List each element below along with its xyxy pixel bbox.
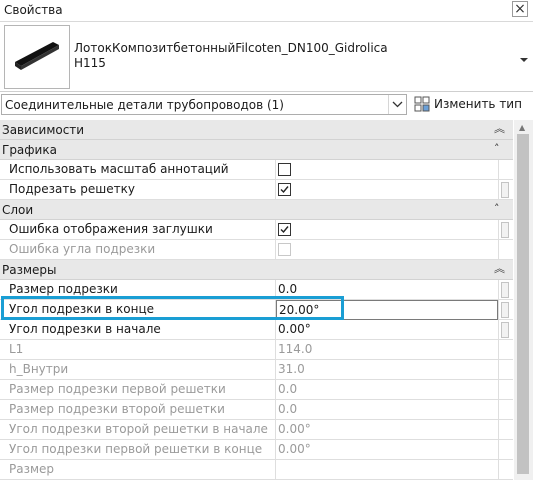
type-thumbnail bbox=[4, 25, 70, 89]
instance-filter-value: Соединительные детали трубопроводов (1) bbox=[5, 98, 284, 112]
property-row[interactable]: Использовать масштаб аннотаций bbox=[0, 160, 513, 180]
properties-title-bar: Свойства × bbox=[0, 0, 533, 22]
property-name: Угол подрезки первой решетки в конце bbox=[0, 440, 276, 459]
collapse-icon[interactable]: ˄ bbox=[494, 202, 500, 216]
property-value bbox=[278, 460, 498, 479]
scroll-up-icon[interactable]: ▲ bbox=[519, 123, 525, 132]
type-selector[interactable]: ЛотокКомпозитбетонныйFilcoten_DN100_Gidr… bbox=[0, 22, 533, 92]
annotation-scale-checkbox[interactable] bbox=[278, 163, 291, 176]
row-marker bbox=[498, 400, 513, 419]
property-name: Ошибка угла подрезки bbox=[0, 240, 276, 259]
cap-display-error-checkbox[interactable] bbox=[278, 223, 291, 236]
group-label: Графика bbox=[2, 143, 57, 157]
property-row: Угол подрезки второй решетки в начале 0.… bbox=[0, 420, 513, 440]
property-value: 31.0 bbox=[278, 362, 305, 376]
property-name: L1 bbox=[0, 340, 276, 359]
row-marker bbox=[498, 280, 513, 299]
scrollbar-thumb[interactable] bbox=[517, 134, 529, 474]
close-button[interactable]: × bbox=[512, 1, 528, 17]
row-marker bbox=[498, 300, 513, 319]
type-name-line2: H115 bbox=[74, 56, 106, 70]
collapse-icon[interactable]: ︽ bbox=[494, 122, 505, 136]
instance-filter-row: Соединительные детали трубопроводов (1) … bbox=[0, 92, 533, 118]
property-value[interactable]: 0.00° bbox=[278, 320, 498, 339]
property-value: 0.0 bbox=[278, 382, 298, 396]
property-row: Размер bbox=[0, 460, 513, 480]
vertical-scrollbar[interactable]: ▲ bbox=[514, 120, 533, 480]
row-marker bbox=[498, 340, 513, 359]
property-row[interactable]: Подрезать решетку bbox=[0, 180, 513, 200]
property-row: Угол подрезки первой решетки в конце 0.0… bbox=[0, 440, 513, 460]
row-marker bbox=[498, 420, 513, 439]
row-marker bbox=[498, 440, 513, 459]
property-name: Ошибка отображения заглушки bbox=[0, 220, 276, 239]
property-value: 0.00° bbox=[278, 422, 311, 436]
property-row: Размер подрезки второй решетки 0.0 bbox=[0, 400, 513, 420]
trim-angle-error-checkbox bbox=[278, 243, 291, 256]
property-name: h_Внутри bbox=[0, 360, 276, 379]
property-name: Подрезать решетку bbox=[0, 180, 276, 199]
group-label: Зависимости bbox=[2, 123, 85, 137]
property-row: Размер подрезки первой решетки 0.0 bbox=[0, 380, 513, 400]
edit-type-icon bbox=[414, 96, 430, 112]
property-name: Угол подрезки второй решетки в начале bbox=[0, 420, 276, 439]
property-value: 0.00° bbox=[278, 442, 311, 456]
property-name: Использовать масштаб аннотаций bbox=[0, 160, 276, 179]
property-row[interactable]: Ошибка отображения заглушки bbox=[0, 220, 513, 240]
property-name: Угол подрезки в начале bbox=[0, 320, 276, 339]
trim-grating-checkbox[interactable] bbox=[278, 183, 291, 196]
panel-title: Свойства bbox=[4, 3, 63, 17]
instance-filter-dropdown[interactable]: Соединительные детали трубопроводов (1) bbox=[1, 94, 407, 115]
row-marker bbox=[498, 320, 513, 339]
row-marker bbox=[498, 380, 513, 399]
collapse-icon[interactable]: ˄ bbox=[494, 142, 500, 156]
edit-type-label: Изменить тип bbox=[434, 97, 522, 111]
property-value: 114.0 bbox=[278, 342, 313, 356]
collapse-icon[interactable]: ︽ bbox=[494, 262, 505, 276]
group-graphics[interactable]: Графика ˄ bbox=[0, 140, 513, 160]
chevron-down-icon[interactable] bbox=[388, 95, 406, 114]
property-name: Размер подрезки второй решетки bbox=[0, 400, 276, 419]
row-marker bbox=[498, 180, 513, 199]
group-label: Слои bbox=[2, 203, 34, 217]
property-row: Ошибка угла подрезки bbox=[0, 240, 513, 260]
group-dimensions[interactable]: Размеры ︽ bbox=[0, 260, 513, 280]
row-marker bbox=[498, 160, 513, 179]
property-name: Размер bbox=[0, 460, 276, 479]
group-layers[interactable]: Слои ˄ bbox=[0, 200, 513, 220]
group-constraints[interactable]: Зависимости ︽ bbox=[0, 120, 513, 140]
row-marker bbox=[498, 460, 513, 479]
annotation-highlight-box bbox=[1, 296, 344, 320]
property-row: L1 114.0 bbox=[0, 340, 513, 360]
property-row[interactable]: Угол подрезки в начале 0.00° bbox=[0, 320, 513, 340]
property-row: h_Внутри 31.0 bbox=[0, 360, 513, 380]
row-marker bbox=[498, 240, 513, 259]
type-name-line1: ЛотокКомпозитбетонныйFilcoten_DN100_Gidr… bbox=[74, 41, 388, 55]
group-label: Размеры bbox=[2, 263, 57, 277]
row-marker bbox=[498, 360, 513, 379]
property-value: 0.0 bbox=[278, 402, 298, 416]
type-name: ЛотокКомпозитбетонныйFilcoten_DN100_Gidr… bbox=[74, 41, 388, 71]
chevron-down-icon[interactable] bbox=[519, 56, 529, 64]
property-name: Размер подрезки первой решетки bbox=[0, 380, 276, 399]
row-marker bbox=[498, 220, 513, 239]
